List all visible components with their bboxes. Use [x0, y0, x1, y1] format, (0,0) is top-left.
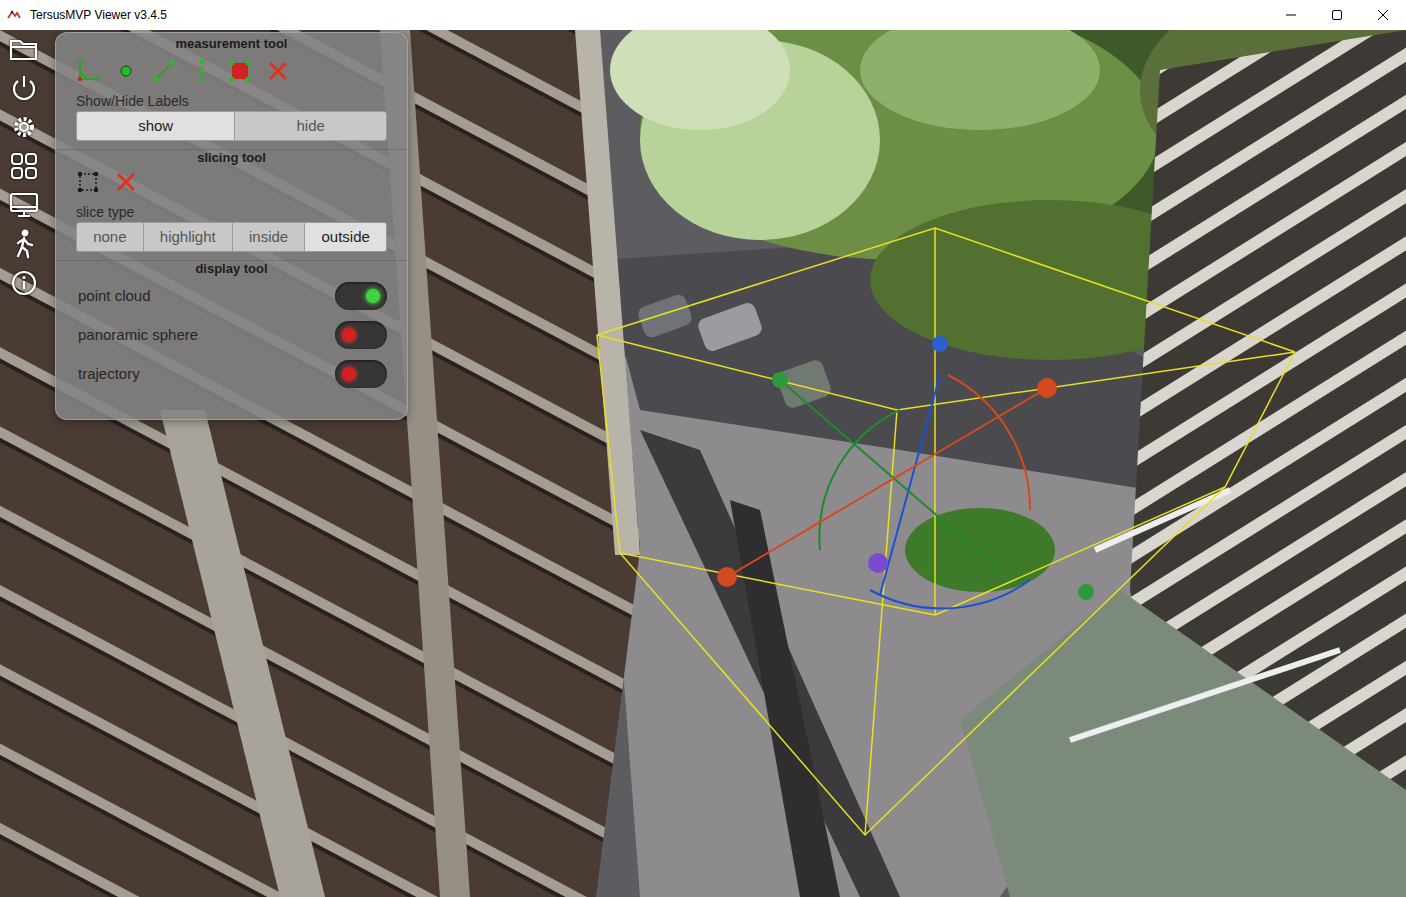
minimize-icon — [1285, 9, 1297, 21]
slice-type-button[interactable]: highlight — [143, 222, 233, 252]
apps-button[interactable] — [7, 151, 41, 181]
maximize-icon — [1331, 9, 1343, 21]
height-measure-icon[interactable] — [190, 59, 214, 83]
left-building — [0, 30, 640, 897]
settings-button[interactable] — [7, 112, 41, 142]
toggle-knob — [366, 289, 380, 303]
display-toggle-row: point cloud — [76, 282, 387, 310]
labels-toggle-group: showhide — [76, 111, 387, 141]
grid-icon — [7, 151, 41, 181]
monitor-icon — [7, 190, 41, 220]
slice-box-icon[interactable] — [76, 170, 100, 194]
maximize-button[interactable] — [1314, 0, 1360, 30]
right-building — [960, 30, 1406, 897]
display-button[interactable] — [7, 190, 41, 220]
minimize-button[interactable] — [1268, 0, 1314, 30]
point-measure-icon[interactable] — [114, 59, 138, 83]
toggle-switch[interactable] — [335, 360, 387, 388]
close-icon — [1377, 9, 1389, 21]
slicing-tools — [76, 170, 387, 194]
slice-type-button[interactable]: outside — [304, 222, 387, 252]
window-title: TersusMVP Viewer v3.4.5 — [30, 6, 167, 24]
tool-panel: measurement tool Show/Hide Labels showhi… — [55, 32, 408, 420]
label-option-button[interactable]: show — [76, 111, 235, 141]
viewport[interactable]: measurement tool Show/Hide Labels showhi… — [0, 30, 1406, 897]
labels-caption: Show/Hide Labels — [76, 92, 387, 110]
info-icon — [7, 268, 41, 298]
gear-icon — [7, 112, 41, 142]
slice-type-button[interactable]: inside — [232, 222, 306, 252]
toggle-label: point cloud — [76, 285, 151, 308]
slice-type-caption: slice type — [76, 203, 387, 221]
info-button[interactable] — [7, 268, 41, 298]
display-toggle-row: panoramic sphere — [76, 321, 387, 349]
slice-type-button[interactable]: none — [76, 222, 144, 252]
section-title: slicing tool — [76, 150, 387, 166]
slicing-section: slicing tool slice type nonehighlightins… — [56, 149, 407, 260]
walking-person-icon — [7, 229, 41, 259]
area-measure-icon[interactable] — [228, 59, 252, 83]
display-toggle-row: trajectory — [76, 360, 387, 388]
toggle-knob — [342, 367, 356, 381]
slicing-box[interactable] — [597, 228, 1295, 835]
distance-measure-icon[interactable] — [152, 59, 176, 83]
angle-measure-icon[interactable] — [76, 59, 100, 83]
display-toggles: point cloud panoramic sphere trajectory — [76, 282, 387, 388]
power-icon — [7, 73, 41, 103]
label-option-button[interactable]: hide — [234, 111, 387, 141]
toggle-label: panoramic sphere — [76, 324, 198, 347]
folder-icon — [7, 34, 41, 64]
measurement-section: measurement tool Show/Hide Labels showhi… — [56, 33, 407, 149]
measurement-tools — [76, 59, 387, 83]
walk-button[interactable] — [7, 229, 41, 259]
display-section: display tool point cloud panoramic sphere… — [56, 260, 407, 396]
delete-measure-icon[interactable] — [266, 59, 290, 83]
toggle-knob — [342, 328, 356, 342]
slice-type-group: nonehighlightinsideoutside — [76, 222, 387, 252]
scene-ground — [0, 30, 1406, 897]
toggle-label: trajectory — [76, 363, 140, 386]
section-title: measurement tool — [76, 36, 387, 52]
side-toolbar — [7, 34, 41, 298]
close-button[interactable] — [1360, 0, 1406, 30]
toggle-switch[interactable] — [335, 282, 387, 310]
power-button[interactable] — [7, 73, 41, 103]
delete-slice-icon[interactable] — [114, 170, 138, 194]
transform-gizmo[interactable] — [717, 336, 1094, 608]
toggle-switch[interactable] — [335, 321, 387, 349]
app-logo-icon — [6, 7, 22, 23]
title-bar: TersusMVP Viewer v3.4.5 — [0, 0, 1406, 30]
section-title: display tool — [76, 261, 387, 277]
open-button[interactable] — [7, 34, 41, 64]
